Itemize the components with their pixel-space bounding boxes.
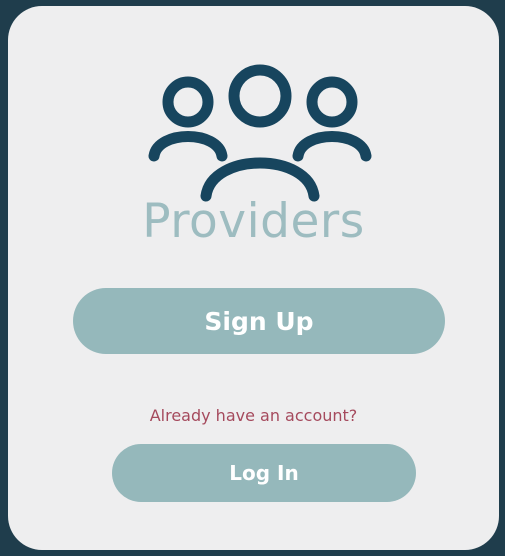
sign-up-button[interactable]: Sign Up <box>73 288 445 354</box>
brand-name: Providers <box>142 194 365 249</box>
login-prompt: Already have an account? <box>149 406 358 425</box>
auth-card: Providers Sign Up Already have an accoun… <box>8 6 499 550</box>
log-in-button[interactable]: Log In <box>112 444 416 502</box>
users-group-icon <box>148 64 372 202</box>
